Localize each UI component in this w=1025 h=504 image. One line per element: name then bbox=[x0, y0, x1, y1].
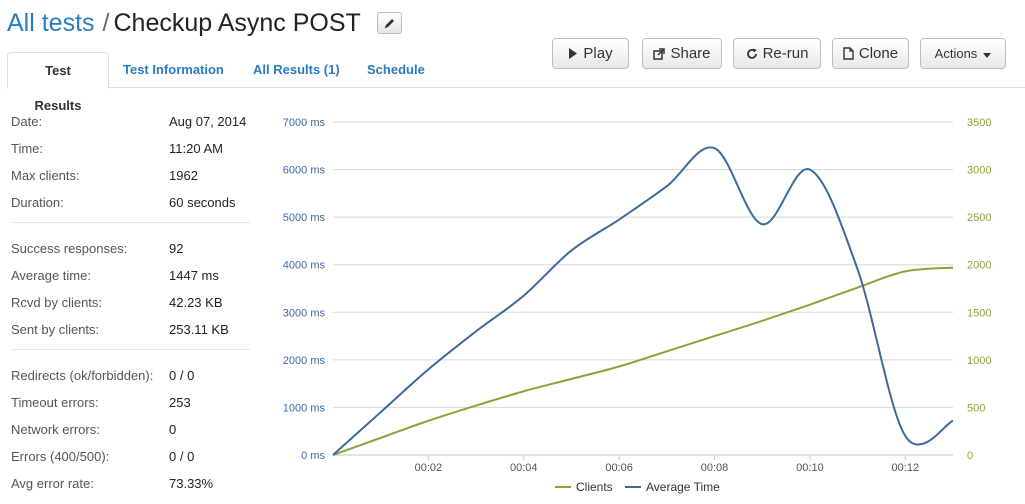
result-stats-panel: Date: Aug 07, 2014 Time: 11:20 AM Max clie… bbox=[0, 108, 260, 503]
stat-value: 73.33% bbox=[169, 476, 214, 491]
stat-label: Timeout errors: bbox=[11, 395, 99, 410]
stats-group-errors: Redirects (ok/forbidden): 0 / 0 Timeout e… bbox=[11, 350, 250, 503]
stat-row-date: Date: Aug 07, 2014 bbox=[11, 108, 250, 135]
x-tick-label: 00:04 bbox=[510, 462, 538, 474]
y-left-tick-label: 7000 ms bbox=[283, 117, 326, 129]
stat-value: 253 bbox=[169, 395, 191, 410]
stat-row-avg-error-rate: Avg error rate: 73.33% bbox=[11, 470, 250, 497]
y-left-tick-label: 3000 ms bbox=[283, 307, 326, 319]
breadcrumb-all-tests-link[interactable]: All tests bbox=[7, 9, 95, 38]
stat-row-success-responses: Success responses: 92 bbox=[11, 235, 250, 262]
x-tick-label: 00:02 bbox=[415, 462, 443, 474]
stat-label: Duration: bbox=[11, 195, 64, 210]
stat-value: 11:20 AM bbox=[169, 141, 223, 156]
stat-value: 0 / 0 bbox=[169, 368, 195, 383]
results-line-chart: 0 ms 1000 ms 2000 ms 3000 ms 4000 ms 5000 ms 6… bbox=[283, 117, 992, 494]
y-right-tick-label: 3000 bbox=[967, 165, 991, 177]
y-left-tick-label: 1000 ms bbox=[283, 402, 326, 414]
stat-row-errors-400-500: Errors (400/500): 0 / 0 bbox=[11, 443, 250, 470]
x-tick-label: 00:10 bbox=[796, 462, 824, 474]
stats-group-general: Date: Aug 07, 2014 Time: 11:20 AM Max clie… bbox=[11, 108, 250, 223]
y-right-tick-label: 500 bbox=[967, 402, 985, 414]
stat-row-redirects: Redirects (ok/forbidden): 0 / 0 bbox=[11, 362, 250, 389]
stat-row-network-errors: Network errors: 0 bbox=[11, 416, 250, 443]
edit-title-button[interactable] bbox=[376, 12, 402, 34]
breadcrumb-separator: / bbox=[102, 8, 110, 37]
stat-row-max-clients: Max clients: 1962 bbox=[11, 162, 250, 189]
x-tick-label: 00:06 bbox=[605, 462, 633, 474]
stat-value: 92 bbox=[169, 241, 184, 256]
y-left-tick-label: 5000 ms bbox=[283, 212, 326, 224]
stat-label: Max clients: bbox=[11, 168, 80, 183]
stat-row-timeout-errors: Timeout errors: 253 bbox=[11, 389, 250, 416]
y-right-tick-label: 0 bbox=[967, 450, 973, 462]
y-left-tick-label: 6000 ms bbox=[283, 165, 326, 177]
tab-all-results[interactable]: All Results (1) bbox=[241, 52, 352, 89]
tab-test-information[interactable]: Test Information bbox=[111, 52, 236, 89]
stat-label: Success responses: bbox=[11, 241, 128, 256]
stat-value: Aug 07, 2014 bbox=[169, 114, 247, 129]
stat-label: Avg error rate: bbox=[11, 476, 94, 491]
x-tick-label: 00:12 bbox=[892, 462, 920, 474]
stat-label: Time: bbox=[11, 141, 44, 156]
stats-group-responses: Success responses: 92 Average time: 1447 m… bbox=[11, 223, 250, 350]
stat-label: Errors (400/500): bbox=[11, 449, 110, 464]
stat-label: Average time: bbox=[11, 268, 91, 283]
stat-value: 0 bbox=[169, 422, 177, 437]
stat-row-duration: Duration: 60 seconds bbox=[11, 189, 250, 216]
y-right-tick-label: 3500 bbox=[967, 117, 991, 129]
y-right-tick-label: 2000 bbox=[967, 260, 991, 272]
average-time-series-line bbox=[332, 146, 954, 456]
stat-label: Sent by clients: bbox=[11, 322, 100, 337]
stat-value: 60 seconds bbox=[169, 195, 236, 210]
y-left-tick-label: 4000 ms bbox=[283, 260, 326, 272]
y-right-tick-label: 1000 bbox=[967, 355, 991, 367]
y-left-tick-label: 0 ms bbox=[301, 450, 325, 462]
stat-label: Redirects (ok/forbidden): bbox=[11, 368, 154, 383]
tab-schedule[interactable]: Schedule bbox=[355, 52, 437, 89]
stat-row-rcvd-by-clients: Rcvd by clients: 42.23 KB bbox=[11, 289, 250, 316]
pencil-icon bbox=[384, 18, 394, 28]
stat-value: 42.23 KB bbox=[169, 295, 223, 310]
tab-test-results[interactable]: Test Results bbox=[7, 52, 109, 113]
results-tabs: Test Results Test Information All Result… bbox=[7, 52, 1025, 113]
y-right-tick-label: 1500 bbox=[967, 307, 991, 319]
stat-value: 253.11 KB bbox=[169, 322, 229, 337]
legend-clients: Clients bbox=[576, 480, 613, 494]
stat-label: Rcvd by clients: bbox=[11, 295, 103, 310]
y-left-tick-label: 2000 ms bbox=[283, 355, 326, 367]
clients-series-line bbox=[332, 266, 954, 456]
stat-value: 0 / 0 bbox=[169, 449, 195, 464]
stat-value: 1962 bbox=[169, 168, 198, 183]
x-tick-label: 00:08 bbox=[701, 462, 729, 474]
y-right-tick-label: 2500 bbox=[967, 212, 991, 224]
stat-row-average-time: Average time: 1447 ms bbox=[11, 262, 250, 289]
stat-row-time: Time: 11:20 AM bbox=[11, 135, 250, 162]
stat-value: 1447 ms bbox=[169, 268, 219, 283]
stat-label: Date: bbox=[11, 114, 43, 129]
stat-row-sent-by-clients: Sent by clients: 253.11 KB bbox=[11, 316, 250, 343]
page-title: Checkup Async POST bbox=[113, 8, 361, 37]
legend-average-time: Average Time bbox=[646, 480, 720, 494]
page-title-bar: All tests / Checkup Async POST bbox=[7, 6, 402, 40]
stat-label: Network errors: bbox=[11, 422, 100, 437]
